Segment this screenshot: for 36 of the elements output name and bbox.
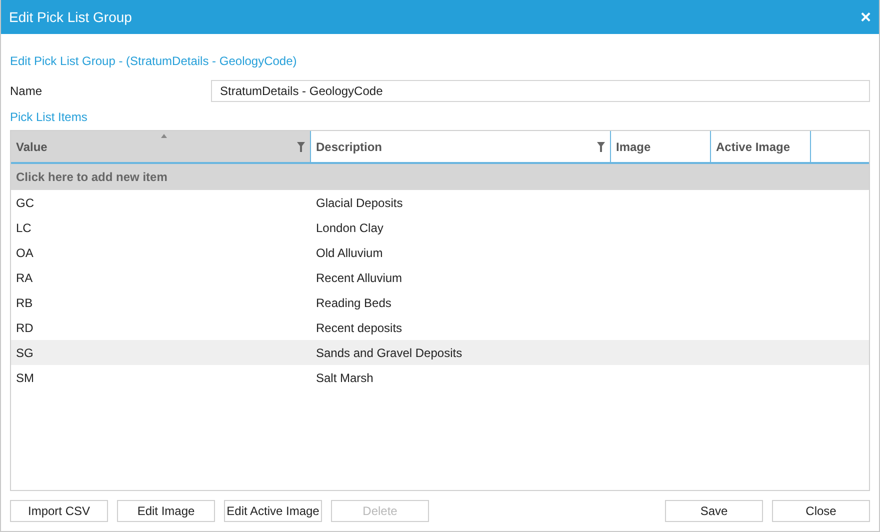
table-cell-text: RA xyxy=(15,270,34,284)
table-cell-text: LC xyxy=(15,220,32,234)
button[interactable]: Edit Image xyxy=(117,500,215,522)
button[interactable]: Save xyxy=(665,500,763,522)
table-cell-text: Glacial Deposits xyxy=(315,196,404,210)
button[interactable]: Edit Active Image xyxy=(224,500,322,522)
table-cell-text: Reading Beds xyxy=(315,296,392,310)
selected-row[interactable]: SG Sands and Gravel Deposits xyxy=(11,340,869,365)
column-title: Description xyxy=(316,140,382,154)
button[interactable]: Close xyxy=(772,500,870,522)
table-cell-text: SM xyxy=(15,370,35,384)
table-cell-text: Recent deposits xyxy=(315,320,404,334)
column-title: Image xyxy=(616,140,651,154)
filter-icon[interactable] xyxy=(297,142,305,152)
column-title: Value xyxy=(16,140,48,154)
table-cell-text: OA xyxy=(15,246,34,260)
column-title: Active Image xyxy=(716,140,790,154)
name-label: Name xyxy=(10,84,44,98)
table-cell-text: SG xyxy=(15,346,34,360)
table-cell-text: London Clay xyxy=(315,220,384,234)
table-cell-text: Salt Marsh xyxy=(315,370,374,384)
window-title: Edit Pick List Group xyxy=(9,9,132,25)
dialog-heading: Edit Pick List Group - (StratumDetails - GeologyCode) xyxy=(10,54,298,68)
table-cell-text: Sands and Gravel Deposits xyxy=(315,346,464,360)
add-item-row[interactable]: Click here to add new item xyxy=(11,164,869,190)
column-header[interactable]: Value xyxy=(11,131,311,162)
table-cell-text: Recent Alluvium xyxy=(315,270,404,284)
table-cell-text: RB xyxy=(15,296,34,310)
table-cell-text: GC xyxy=(15,196,35,210)
filter-icon[interactable] xyxy=(597,142,605,152)
name-field[interactable]: StratumDetails - GeologyCode xyxy=(211,80,870,102)
section-label: Pick List Items xyxy=(10,110,88,124)
sort-icon xyxy=(160,134,166,138)
table-cell-text: Old Alluvium xyxy=(315,246,384,260)
table-cell-text: RD xyxy=(15,320,34,334)
button[interactable]: Import CSV xyxy=(10,500,108,522)
